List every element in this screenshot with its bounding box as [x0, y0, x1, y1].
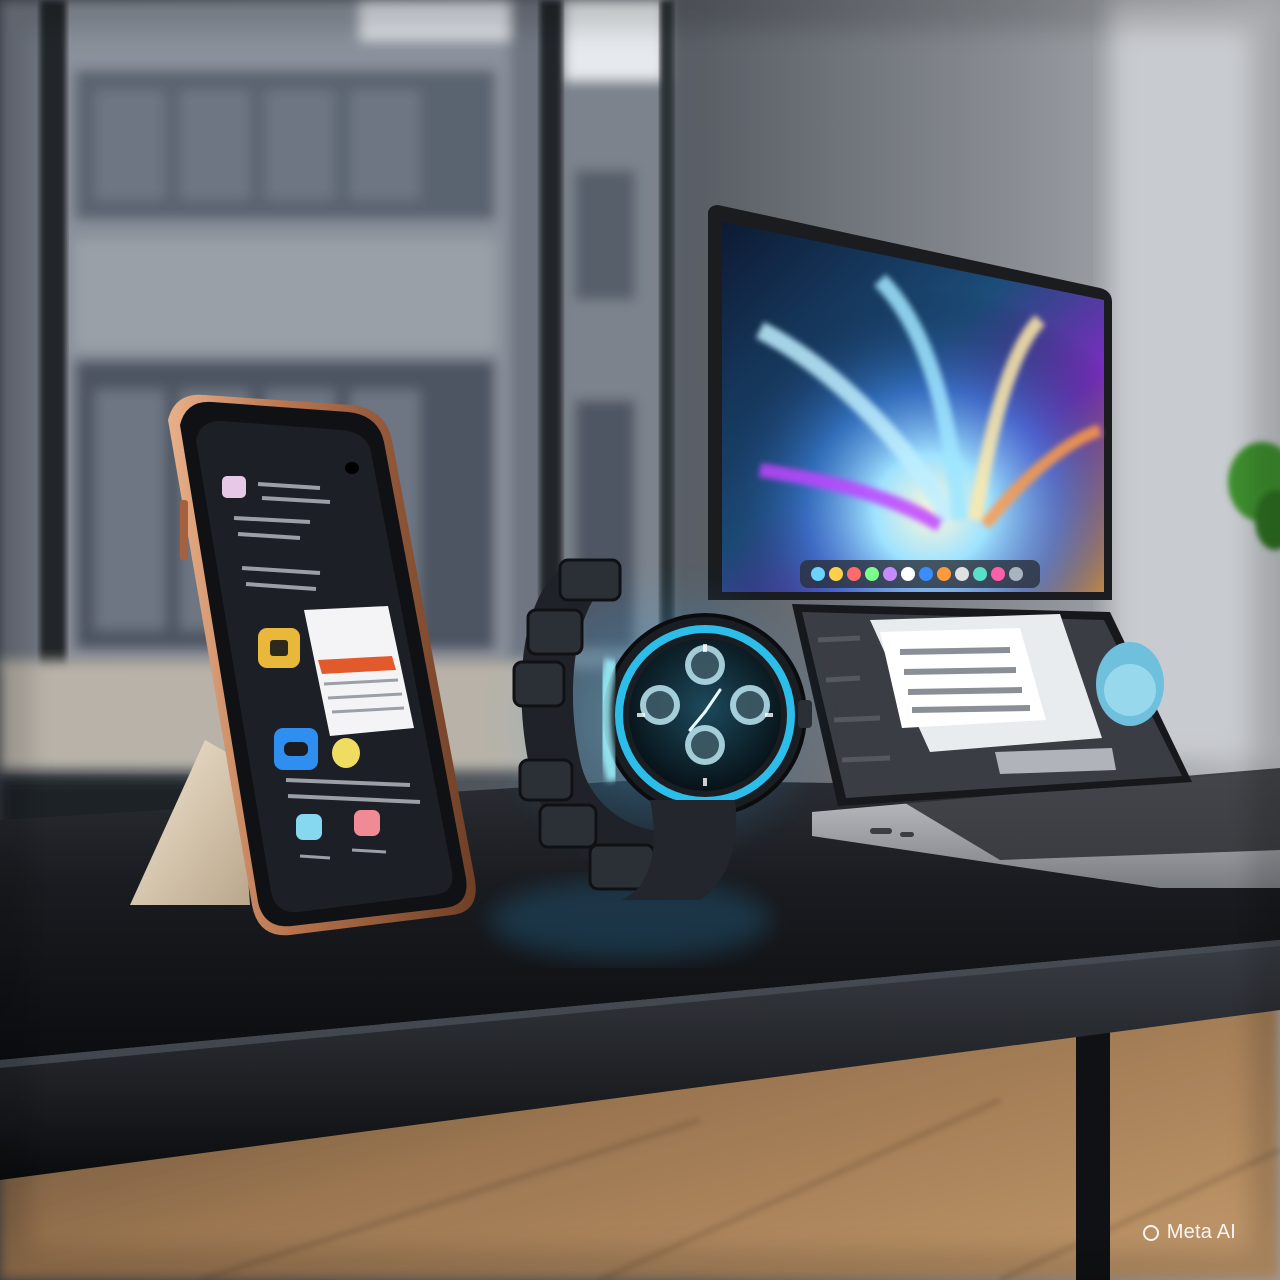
watermark-label: Meta AI	[1166, 1221, 1236, 1243]
phone-app-icon-top	[222, 476, 246, 498]
meta-ai-logo-icon	[1142, 1224, 1159, 1241]
phone-app-icon-lemon	[332, 738, 360, 768]
phone-app-icon-cyan	[296, 814, 322, 840]
phone-app-icon-pink	[354, 810, 380, 836]
scene-illustration	[0, 0, 1280, 1280]
desk-leg	[1076, 1010, 1110, 1280]
photo-scene: Meta AI	[0, 0, 1280, 1280]
watermark: Meta AI	[1142, 1221, 1236, 1244]
phone-camera	[345, 462, 359, 474]
phone-side-button	[180, 500, 188, 560]
watch-crown	[798, 700, 812, 728]
laptop-dock	[800, 560, 1040, 588]
window-frame-left	[40, 0, 66, 680]
